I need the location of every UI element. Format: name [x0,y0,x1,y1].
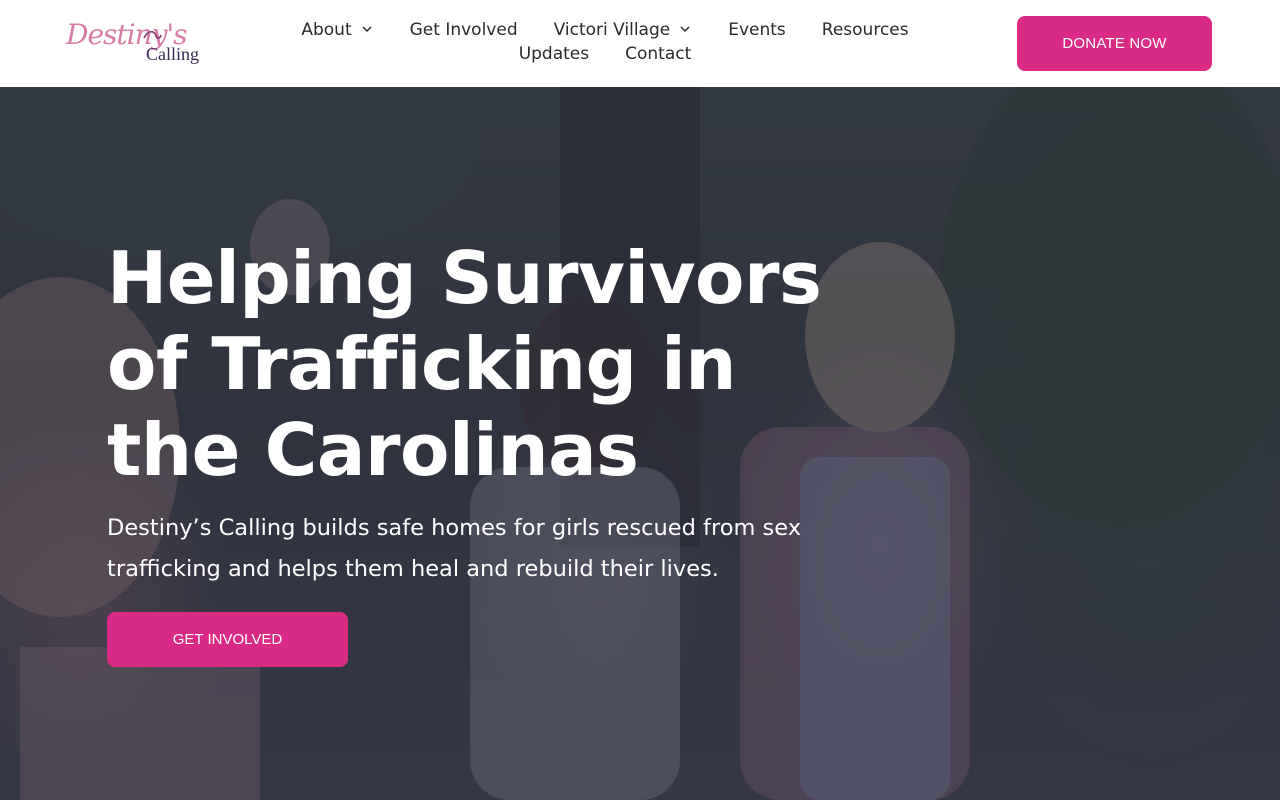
site-logo[interactable]: Destiny's Calling [66,16,200,68]
nav-item-label: Updates [518,44,590,64]
logo-sub-text: Calling [146,44,199,64]
nav-item-label: About [301,20,352,40]
main-nav: About Get Involved Victori Village Event… [270,18,940,66]
chevron-down-icon [680,26,690,33]
hero-section: Helping Survivors of Trafficking in the … [0,87,1280,800]
donate-now-button[interactable]: DONATE NOW [1017,16,1212,71]
site-header: Destiny's Calling About Get Involved Vic… [0,0,1280,87]
hero-title: Helping Survivors of Trafficking in the … [107,236,822,492]
nav-item-updates[interactable]: Updates [519,42,589,66]
nav-item-label: Contact [625,44,692,64]
nav-item-label: Get Involved [409,20,518,40]
logo-swirl-icon [143,30,162,39]
nav-item-contact[interactable]: Contact [625,42,691,66]
nav-item-victori-village[interactable]: Victori Village [554,18,693,42]
hero-subtitle: Destiny’s Calling builds safe homes for … [107,515,802,582]
chevron-down-icon [362,26,372,33]
get-involved-button[interactable]: GET INVOLVED [107,612,348,667]
nav-item-events[interactable]: Events [728,18,786,42]
nav-item-label: Victori Village [553,20,671,40]
nav-item-about[interactable]: About [301,18,373,42]
nav-item-get-involved[interactable]: Get Involved [410,18,518,42]
nav-item-resources[interactable]: Resources [822,18,909,42]
nav-item-label: Resources [821,20,909,40]
nav-item-label: Events [728,20,786,40]
